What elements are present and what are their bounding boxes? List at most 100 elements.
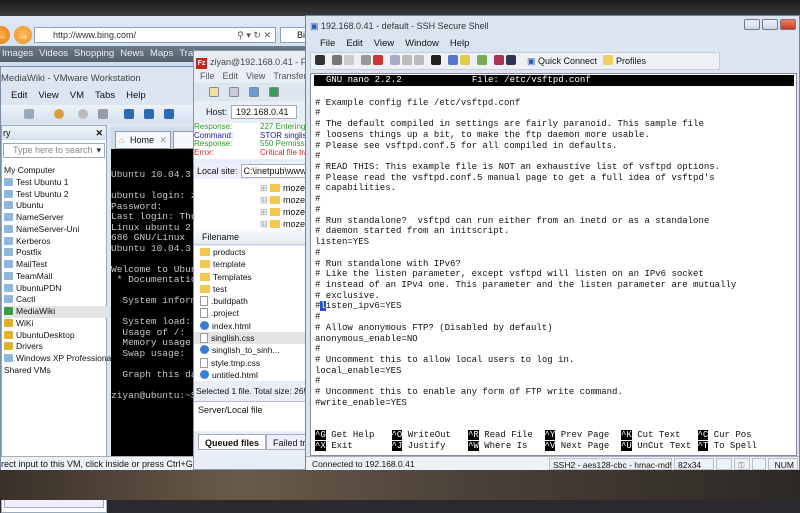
directory-tree-node[interactable]: ⊞ moze (260, 206, 305, 218)
vm-tree-item[interactable]: My Computer (4, 165, 108, 177)
vm-tree-item[interactable]: Shared VMs (4, 365, 108, 377)
shortcut-item[interactable]: ^X Exit (315, 440, 392, 452)
menu-item[interactable]: File (200, 71, 215, 81)
shortcut-item[interactable]: ^T To Spell (697, 440, 775, 452)
vm-tree-item[interactable]: NameServer (4, 212, 108, 224)
menu-item[interactable]: View (246, 71, 265, 81)
print-preview-icon[interactable] (344, 55, 354, 65)
paste-selection-icon[interactable] (414, 55, 424, 65)
menu-item[interactable]: Tabs (95, 90, 115, 101)
menu-item[interactable]: Edit (11, 90, 27, 101)
file-row[interactable]: singlish_to_sinh... (194, 344, 308, 356)
menu-item[interactable]: View (38, 90, 58, 101)
menu-item[interactable]: File (320, 38, 335, 49)
bing-nav-link[interactable]: News (120, 48, 144, 59)
vm-tree-item[interactable]: MediaWiki (4, 306, 108, 318)
toggle-log-icon[interactable] (229, 87, 239, 97)
close-button[interactable] (780, 19, 796, 30)
expand-icon[interactable]: ⊞ (260, 219, 270, 229)
expand-icon[interactable]: ⊞ (260, 183, 270, 193)
tab-home[interactable]: ⌂ Home ✕ (115, 131, 171, 149)
expand-icon[interactable]: ⊞ (260, 195, 270, 205)
disconnect-icon[interactable] (361, 55, 371, 65)
shortcut-item[interactable]: ^V Next Page (544, 440, 622, 452)
save-icon[interactable] (315, 55, 325, 65)
file-row[interactable]: index.html (194, 320, 308, 332)
file-row[interactable]: untitled.html (194, 369, 308, 381)
fullscreen-icon[interactable] (164, 109, 174, 119)
vm-tree-item[interactable]: Test Ubuntu 1 (4, 177, 108, 189)
host-input[interactable]: 192.168.0.41 (231, 105, 298, 119)
bing-nav-link[interactable]: Maps (150, 48, 173, 59)
shortcut-item[interactable]: ^K Cut Text (621, 430, 698, 441)
vm-tree-item[interactable]: Postfix (4, 247, 108, 259)
file-row[interactable]: .project (194, 307, 308, 319)
vm-tree-item[interactable]: Drivers (4, 341, 108, 353)
vm-tree-item[interactable]: TeamMail (4, 271, 108, 283)
menu-item[interactable]: Help (450, 38, 470, 49)
bing-nav-link[interactable]: Videos (39, 48, 68, 59)
snapshot-icon[interactable] (24, 109, 34, 119)
file-row[interactable]: singlish.css (194, 332, 308, 345)
shortcut-item[interactable]: ^O WriteOut (391, 430, 469, 441)
vm-tree-item[interactable]: WiKi (4, 318, 108, 330)
shortcut-item[interactable]: ^G Get Help (315, 430, 392, 441)
vm-console[interactable]: Ubuntu 10.04.3 Lubuntu login: zi Password… (111, 149, 197, 461)
local-site-input[interactable]: C:\inetpub\wwwroot (240, 164, 308, 178)
menu-item[interactable]: Window (405, 38, 439, 49)
vm-tree-item[interactable]: UbuntuDesktop (4, 330, 108, 342)
copy-icon[interactable] (390, 55, 400, 65)
bing-nav-link[interactable]: Tra (179, 48, 193, 59)
console-view-icon[interactable] (144, 109, 154, 119)
file-row[interactable]: .buildpath (194, 295, 308, 307)
forward-button[interactable]: → (14, 26, 32, 44)
paste-icon[interactable] (402, 55, 412, 65)
file-row[interactable]: products (194, 246, 308, 258)
menu-item[interactable]: VM (70, 90, 84, 101)
toggle-tree-icon[interactable] (249, 87, 259, 97)
file-content[interactable]: # Example config file /etc/vsftpd.conf # #… (315, 87, 795, 409)
minimize-button[interactable] (744, 19, 760, 30)
revert-icon[interactable] (54, 109, 64, 119)
find-icon[interactable] (431, 55, 441, 65)
shortcut-item[interactable]: ^Y Prev Page (544, 430, 622, 441)
expand-icon[interactable]: ⊞ (260, 207, 270, 217)
site-manager-icon[interactable] (209, 87, 219, 97)
close-icon[interactable]: ✕ (95, 126, 103, 140)
address-bar[interactable]: http://www.bing.com/⚲ ▾ ↻ ✕ (34, 27, 276, 43)
column-header-filename[interactable]: Filename (194, 229, 308, 245)
vm-tree-item[interactable]: NameServer-Uni (4, 224, 108, 236)
file-row[interactable]: template (194, 258, 308, 270)
help-book-icon[interactable] (494, 55, 504, 65)
new-file-transfer-icon[interactable] (460, 55, 470, 65)
file-row[interactable]: Templates (194, 271, 308, 283)
file-row[interactable]: test (194, 283, 308, 295)
tab-queued-files[interactable]: Queued files (198, 434, 267, 450)
settings-icon[interactable] (477, 55, 487, 65)
back-button[interactable]: ← (0, 26, 10, 44)
shortcut-item[interactable]: ^J Justify (391, 440, 469, 452)
manage-snapshot-icon[interactable] (78, 109, 88, 119)
maximize-button[interactable] (762, 19, 778, 30)
shortcut-item[interactable]: ^R Read File (468, 430, 545, 441)
menu-item[interactable]: Edit (223, 71, 239, 81)
shortcut-item[interactable]: ^W Where Is (468, 440, 545, 452)
quick-connect-button[interactable]: Quick Connect (538, 56, 597, 66)
terminal[interactable]: GNU nano 2.2.2 File: /etc/vsftpd.conf # … (310, 73, 797, 456)
menu-item[interactable]: View (374, 38, 394, 49)
vm-tree-item[interactable]: MailTest (4, 259, 108, 271)
reconnect-icon[interactable] (373, 55, 383, 65)
vm-tree-item[interactable]: UbuntuPDN (4, 283, 108, 295)
tab-failed-transfers[interactable]: Failed tran (266, 434, 308, 450)
file-row[interactable]: style.tmp.css (194, 357, 308, 369)
close-tab-icon[interactable]: ✕ (159, 132, 167, 148)
directory-tree-node[interactable]: ⊞ moze (260, 194, 305, 206)
chevron-down-icon[interactable]: ▾ (96, 144, 101, 157)
vm-tree-item[interactable]: Cacti (4, 294, 108, 306)
queue-column-header[interactable]: Server/Local file (198, 405, 263, 415)
directory-tree-node[interactable]: ⊞ moze (260, 182, 305, 194)
profiles-button[interactable]: Profiles (616, 56, 646, 66)
menu-item[interactable]: Edit (346, 38, 362, 49)
shortcut-item[interactable]: ^C Cur Pos (697, 430, 775, 441)
search-refresh-stop-icons[interactable]: ⚲ ▾ ↻ ✕ (237, 28, 271, 42)
